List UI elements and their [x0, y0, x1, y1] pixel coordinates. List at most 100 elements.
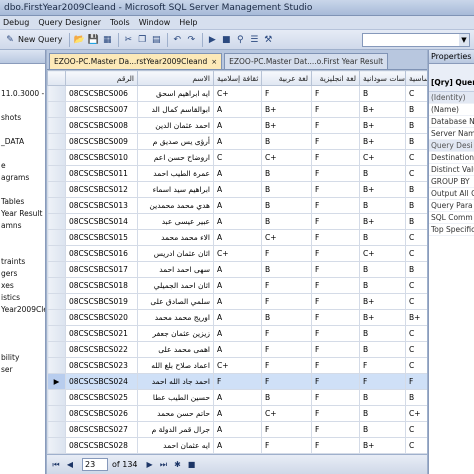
tree-node[interactable]: xes [0, 280, 45, 292]
table-cell[interactable]: C+ [261, 229, 312, 246]
table-cell[interactable]: 08CSCSBCS010 [65, 149, 138, 166]
table-cell[interactable]: A [213, 229, 262, 246]
table-cell[interactable]: B [261, 165, 312, 182]
table-cell[interactable]: B [359, 405, 406, 422]
table-cell[interactable]: 08CSCSBCS009 [65, 133, 138, 150]
table-row[interactable]: 08CSCSBCS011 عمرة الطيب احمد A B F B C [47, 165, 427, 182]
table-row[interactable]: 08CSCSBCS023 اعماد صلاح بلغ الله C+ F F F C [47, 357, 427, 374]
tree-node[interactable]: istics [0, 292, 45, 304]
save-icon[interactable]: 💾 [87, 34, 99, 46]
nav-first-icon[interactable]: ⏮ [50, 459, 62, 471]
tree-node[interactable] [0, 328, 45, 340]
row-selector[interactable] [47, 229, 66, 246]
table-cell[interactable]: B+ [359, 437, 406, 454]
table-cell[interactable]: B [359, 165, 406, 182]
table-cell[interactable]: اروضاح حسن اعم [137, 149, 214, 166]
table-cell[interactable]: عبير عيسى عبد [137, 213, 214, 230]
stop-icon[interactable]: ■ [220, 34, 232, 46]
table-row[interactable]: 08CSCSBCS026 حاتم حسن محمد A C+ F B C+ [47, 405, 427, 422]
table-row[interactable]: 08CSCSBCS014 عبير عيسى عبد A B F B+ B [47, 213, 427, 230]
table-cell[interactable]: سلمي الصادق على [137, 293, 214, 310]
table-cell[interactable]: 08CSCSBCS027 [65, 421, 138, 438]
table-cell[interactable]: اهمى محمد على [137, 341, 214, 358]
row-selector[interactable] [47, 437, 66, 454]
table-row[interactable]: 08CSCSBCS012 ابراهيم سيد اسماء A B F B+ B [47, 181, 427, 198]
property-row[interactable]: Distinct Valu [429, 164, 474, 176]
table-cell[interactable]: C [213, 149, 262, 166]
table-cell[interactable]: B [359, 261, 406, 278]
table-cell[interactable]: F [311, 101, 360, 118]
table-cell[interactable]: B [359, 277, 406, 294]
table-cell[interactable]: F [261, 421, 312, 438]
table-cell[interactable]: 08CSCSBCS007 [65, 101, 138, 118]
toolbox-icon[interactable]: ⚒ [262, 34, 274, 46]
table-cell[interactable]: 08CSCSBCS023 [65, 357, 138, 374]
tree-node[interactable]: _DATA [0, 136, 45, 148]
table-cell[interactable]: ابراهيم سيد اسماء [137, 181, 214, 198]
cut-icon[interactable]: ✂ [122, 34, 134, 46]
table-cell[interactable]: 08CSCSBCS015 [65, 229, 138, 246]
table-cell[interactable]: F [311, 261, 360, 278]
tree-node[interactable] [0, 148, 45, 160]
row-selector[interactable] [47, 149, 66, 166]
row-selector[interactable] [47, 277, 66, 294]
table-cell[interactable]: B [359, 421, 406, 438]
table-cell[interactable]: F [311, 389, 360, 406]
table-cell[interactable]: F [261, 245, 312, 262]
table-cell[interactable]: 08CSCSBCS008 [65, 117, 138, 134]
table-cell[interactable]: C [405, 85, 427, 102]
table-cell[interactable]: 08CSCSBCS028 [65, 437, 138, 454]
table-cell[interactable]: 08CSCSBCS020 [65, 309, 138, 326]
column-header[interactable]: لغة عربية [261, 70, 312, 86]
table-cell[interactable]: B [359, 197, 406, 214]
table-row[interactable]: 08CSCSBCS021 زيزين عثمان جعفر A F F B C [47, 325, 427, 342]
row-selector[interactable] [47, 101, 66, 118]
tree-node[interactable]: Year Result [0, 208, 45, 220]
table-cell[interactable]: F [261, 85, 312, 102]
table-cell[interactable]: B+ [359, 293, 406, 310]
table-cell[interactable]: A [213, 341, 262, 358]
column-header[interactable]: الاسم [137, 70, 214, 86]
table-cell[interactable]: B [405, 101, 427, 118]
table-cell[interactable]: الاء محمد محمد [137, 229, 214, 246]
property-row[interactable]: Output All C [429, 188, 474, 200]
column-header[interactable]: الرقم [65, 70, 138, 86]
tab-first-year-result[interactable]: EZOO-PC.Master Dat....o.First Year Resul… [224, 53, 389, 69]
table-cell[interactable]: C [405, 293, 427, 310]
table-row[interactable]: 08CSCSBCS020 اوريج محمد محمد A B F B+ B+ [47, 309, 427, 326]
table-cell[interactable]: B [359, 85, 406, 102]
property-category[interactable]: Query Desi [429, 140, 474, 152]
table-cell[interactable]: F [311, 357, 360, 374]
property-row[interactable]: (Name) [429, 104, 474, 116]
table-cell[interactable]: B [261, 181, 312, 198]
close-icon[interactable]: × [211, 58, 217, 66]
table-cell[interactable]: اعماد صلاح بلغ الله [137, 357, 214, 374]
menu-tools[interactable]: Tools [110, 18, 130, 27]
table-cell[interactable]: F [261, 357, 312, 374]
table-cell[interactable]: ابوالقاسم كمال الد [137, 101, 214, 118]
table-cell[interactable]: اثان عثمان ادريس [137, 245, 214, 262]
property-row[interactable]: Top Specific [429, 224, 474, 236]
table-cell[interactable]: A [213, 293, 262, 310]
table-cell[interactable]: A [213, 101, 262, 118]
table-cell[interactable]: F [261, 373, 312, 390]
table-cell[interactable]: F [311, 133, 360, 150]
table-cell[interactable]: F [311, 437, 360, 454]
table-cell[interactable]: B+ [359, 117, 406, 134]
table-cell[interactable]: C [405, 277, 427, 294]
property-row[interactable]: SQL Comm [429, 212, 474, 224]
row-selector[interactable] [47, 293, 66, 310]
tree-node[interactable] [0, 232, 45, 244]
table-cell[interactable]: F [405, 373, 427, 390]
nav-last-icon[interactable]: ⏭ [158, 459, 170, 471]
row-selector[interactable] [47, 85, 66, 102]
table-cell[interactable]: F [311, 213, 360, 230]
table-cell[interactable]: F [261, 325, 312, 342]
table-cell[interactable]: F [311, 85, 360, 102]
table-cell[interactable]: احمد جاد الله احمد [137, 373, 214, 390]
row-selector[interactable]: ▶ [47, 373, 66, 390]
table-cell[interactable]: C+ [359, 245, 406, 262]
table-cell[interactable]: F [311, 165, 360, 182]
row-selector[interactable] [47, 197, 66, 214]
table-cell[interactable]: B+ [405, 309, 427, 326]
